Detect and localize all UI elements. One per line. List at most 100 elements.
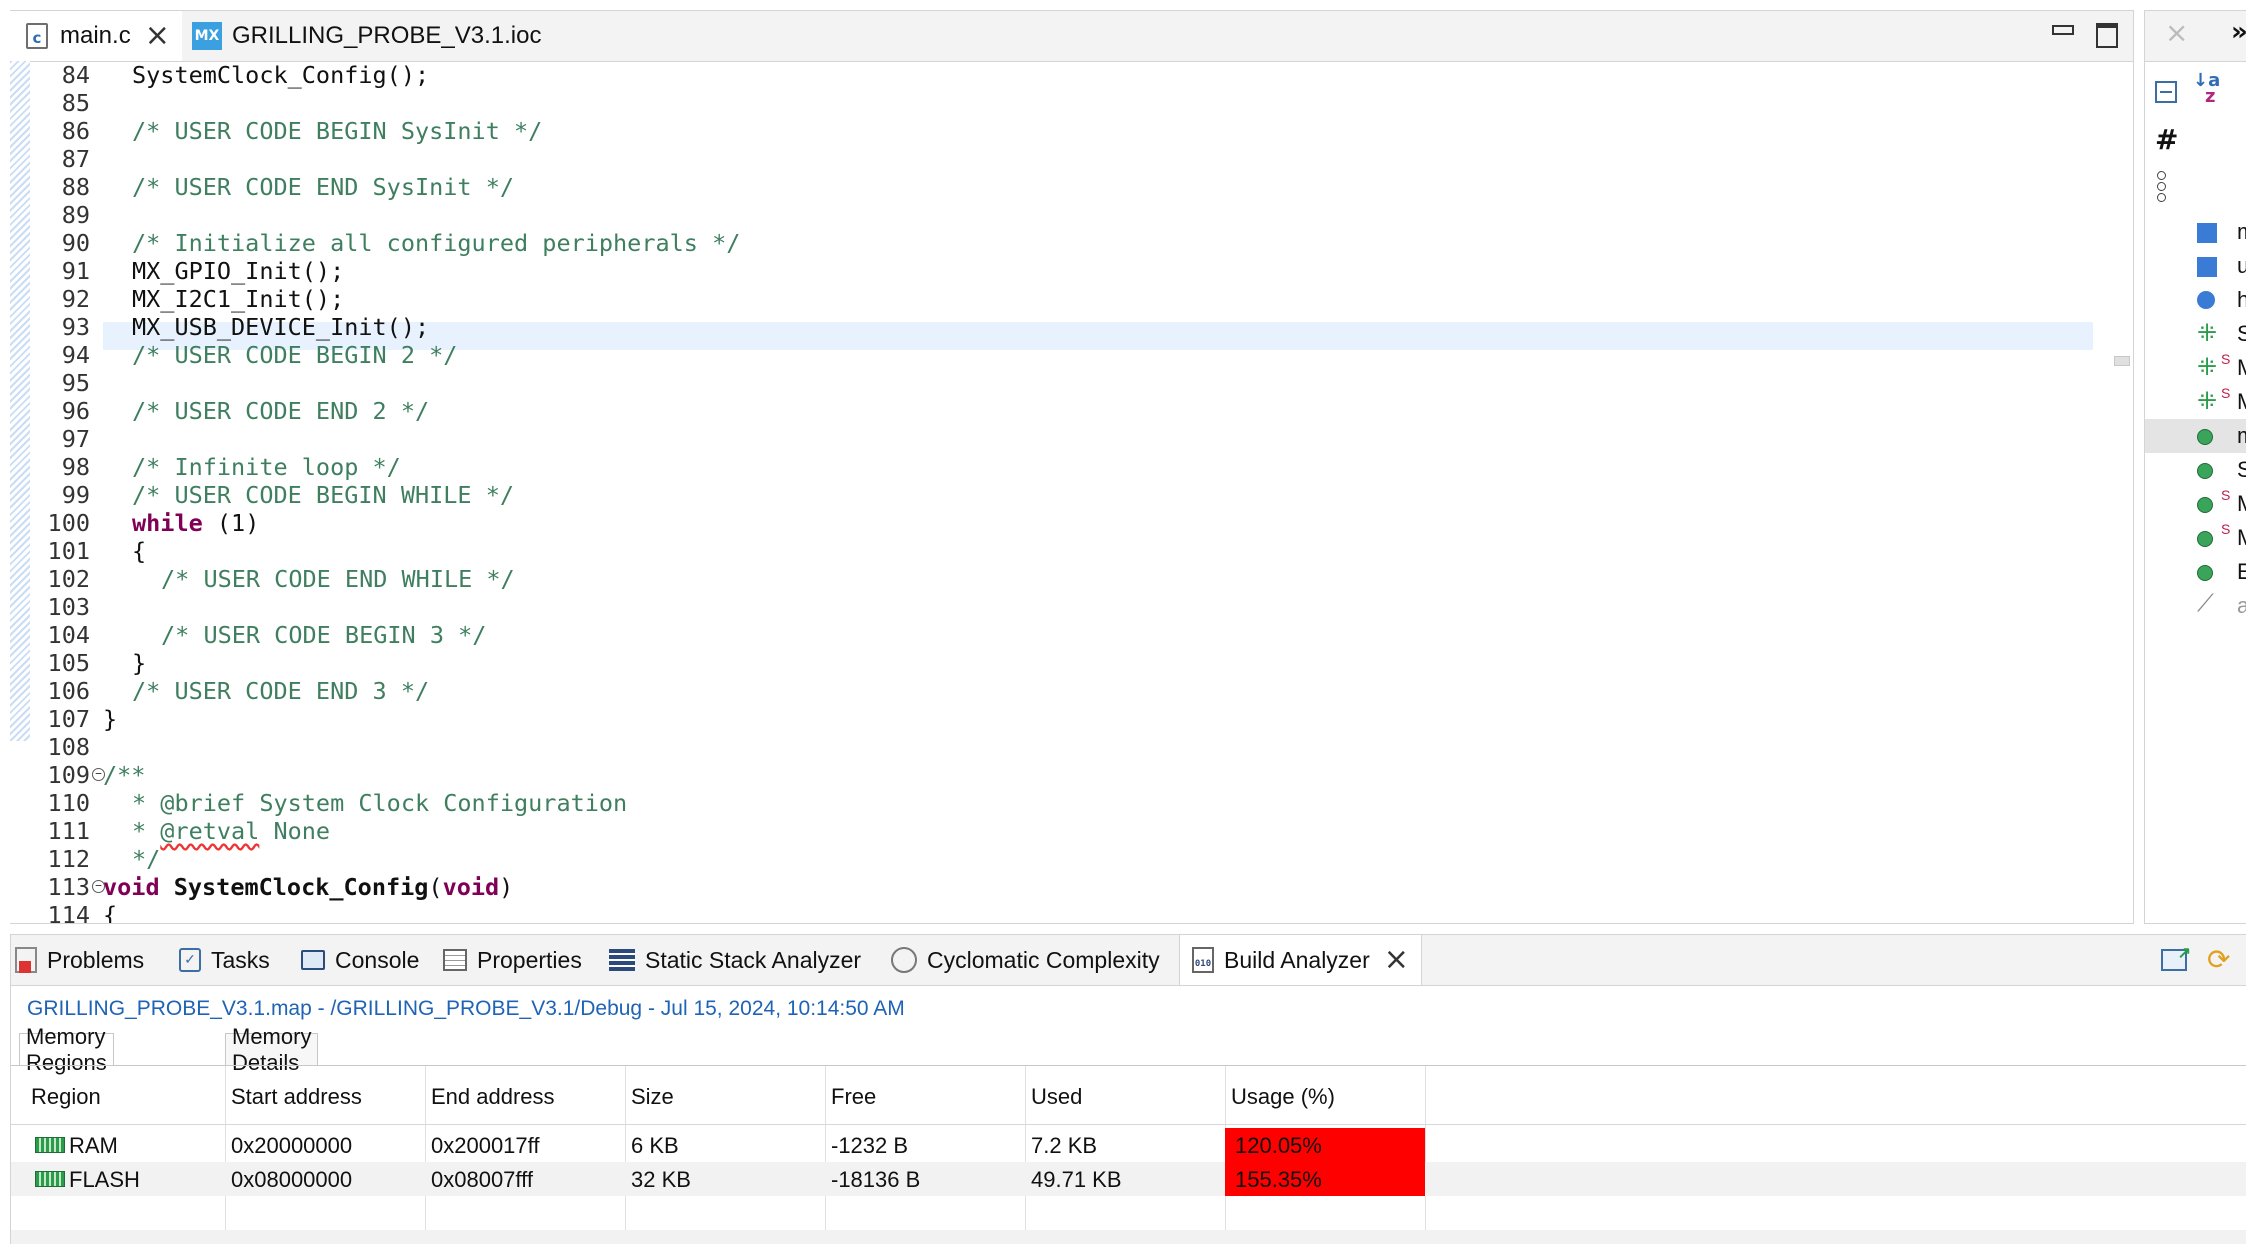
refresh-icon[interactable]: ⟳ <box>2207 943 2230 976</box>
properties-icon <box>443 949 467 971</box>
tab-problems[interactable]: Problems <box>15 935 144 985</box>
code-line: 86/* USER CODE BEGIN SysInit */ <box>61 117 543 145</box>
code-line: 109−/** <box>47 761 146 789</box>
code-line: 107} <box>47 705 118 733</box>
code-line: 84 SystemClock_Config(); <box>61 61 430 89</box>
code-line: 91 MX_GPIO_Init(); <box>61 257 345 285</box>
code-line: 105} <box>47 649 147 677</box>
function-icon <box>2197 565 2213 581</box>
sort-az-icon[interactable]: ↓a z <box>2193 72 2220 106</box>
declaration-icon: ⁜ <box>2197 353 2218 381</box>
outline-item[interactable]: S <box>2145 453 2246 487</box>
declaration-icon: ⁜ <box>2197 319 2218 347</box>
column-header-size[interactable]: Size <box>631 1084 674 1110</box>
tab-static-stack-analyzer[interactable]: Static Stack Analyzer <box>609 935 861 985</box>
hide-fields-icon[interactable]: # <box>2155 123 2178 156</box>
code-line: 112 */ <box>47 845 161 873</box>
code-line: 95 <box>61 369 90 397</box>
tab-static-stack-analyzer-label: Static Stack Analyzer <box>645 946 862 973</box>
variable-icon <box>2197 291 2215 309</box>
c-file-icon: c <box>26 23 48 49</box>
build-analyzer-panel: Problems ✓ Tasks Console Properties Stat… <box>10 934 2246 1244</box>
outline-item[interactable]: ⟋a <box>2145 589 2246 623</box>
include-icon <box>2197 257 2217 277</box>
column-header-region[interactable]: Region <box>31 1084 101 1110</box>
tab-cyclomatic-complexity[interactable]: Cyclomatic Complexity <box>891 935 1160 985</box>
code-line: 108 <box>47 733 90 761</box>
tab-memory-regions[interactable]: Memory Regions <box>19 1024 114 1075</box>
outline-item[interactable]: ⁜S <box>2145 317 2246 351</box>
open-map-file-icon[interactable]: ↗ <box>2161 945 2191 971</box>
column-header-free[interactable]: Free <box>831 1084 876 1110</box>
tab-console-label: Console <box>335 946 420 973</box>
outline-item-selected[interactable]: m <box>2145 419 2246 453</box>
outline-item[interactable]: h <box>2145 283 2246 317</box>
code-area[interactable]: 84 SystemClock_Config(); 85 86/* USER COD… <box>10 61 2120 923</box>
minimize-icon[interactable] <box>2052 25 2074 35</box>
problems-icon <box>15 947 37 973</box>
close-icon[interactable]: × <box>2165 19 2188 47</box>
tab-main-c[interactable]: c main.c × <box>10 11 182 61</box>
memory-regions-table: Region Start address End address Size Fr… <box>11 1065 2246 1244</box>
include-icon <box>2197 223 2217 243</box>
code-line: 88/* USER CODE END SysInit */ <box>61 173 515 201</box>
table-row-empty <box>11 1196 2246 1230</box>
table-row-empty <box>11 1230 2246 1244</box>
editor-pane: c main.c × MX GRILLING_PROBE_V3.1.ioc 84… <box>10 10 2134 924</box>
code-line: 111 * @retval None <box>47 817 331 845</box>
outline-item[interactable]: ⁜SM <box>2145 351 2246 385</box>
table-row[interactable]: FLASH 0x08000000 0x08007fff 32 KB -18136… <box>11 1162 2246 1196</box>
memory-chip-icon <box>35 1171 65 1187</box>
function-icon <box>2197 463 2213 479</box>
declaration-icon: ⁜ <box>2197 387 2218 415</box>
code-line-current: 93 MX_USB_DEVICE_Init(); <box>61 313 430 341</box>
code-line: 89 <box>61 201 90 229</box>
tab-console[interactable]: Console <box>301 935 419 985</box>
close-icon[interactable]: × <box>1384 945 1409 975</box>
outline-item[interactable]: E <box>2145 555 2246 589</box>
function-icon <box>2197 531 2213 547</box>
column-header-used[interactable]: Used <box>1031 1084 1082 1110</box>
tab-build-analyzer[interactable]: 010 Build Analyzer × <box>1179 935 1422 985</box>
tab-tasks[interactable]: ✓ Tasks <box>179 935 270 985</box>
code-line: 90/* Initialize all configured periphera… <box>61 229 741 257</box>
code-line: 97 <box>61 425 90 453</box>
tab-memory-details[interactable]: Memory Details <box>225 1024 319 1075</box>
usage-bar: 155.35% <box>1225 1162 1425 1196</box>
code-line: 96/* USER CODE END 2 */ <box>61 397 430 425</box>
column-header-end-address[interactable]: End address <box>431 1084 555 1110</box>
cyclomatic-icon <box>891 947 917 973</box>
code-line: 113− void SystemClock_Config(void) <box>47 873 514 901</box>
outline-tab-bar: × » <box>2145 11 2246 62</box>
tab-ioc-label: GRILLING_PROBE_V3.1.ioc <box>232 22 542 49</box>
tasks-icon: ✓ <box>179 948 201 972</box>
outline-item[interactable]: SM <box>2145 521 2246 555</box>
hide-static-icon[interactable] <box>2157 171 2166 202</box>
outline-item[interactable]: ⁜SM <box>2145 385 2246 419</box>
collapse-all-icon[interactable] <box>2155 81 2177 103</box>
code-line: 103 <box>47 593 90 621</box>
code-line: 110 * @brief System Clock Configuration <box>47 789 628 817</box>
table-row[interactable]: RAM 0x20000000 0x200017ff 6 KB -1232 B 7… <box>11 1128 2246 1162</box>
tab-ioc[interactable]: MX GRILLING_PROBE_V3.1.ioc <box>188 11 541 61</box>
overflow-chevron-icon[interactable]: » <box>2231 17 2246 47</box>
column-header-start-address[interactable]: Start address <box>231 1084 362 1110</box>
code-line: 100 while (1) <box>47 509 260 537</box>
map-file-path: GRILLING_PROBE_V3.1.map - /GRILLING_PROB… <box>27 997 905 1020</box>
tab-main-c-label: main.c <box>60 22 131 49</box>
outline-item[interactable]: u <box>2145 249 2246 283</box>
outline-item[interactable]: SM <box>2145 487 2246 521</box>
tab-properties[interactable]: Properties <box>443 935 582 985</box>
maximize-icon[interactable] <box>2096 23 2118 48</box>
code-line: 99/* USER CODE BEGIN WHILE */ <box>61 481 515 509</box>
outline-item[interactable]: m <box>2145 215 2246 249</box>
code-line: 94/* USER CODE BEGIN 2 */ <box>61 341 458 369</box>
function-icon <box>2197 429 2213 445</box>
console-icon <box>301 950 325 970</box>
close-icon[interactable]: × <box>145 21 170 51</box>
code-line: 101{ <box>47 537 147 565</box>
code-line: 87 <box>61 145 90 173</box>
column-header-usage[interactable]: Usage (%) <box>1231 1084 1335 1110</box>
code-line: 106/* USER CODE END 3 */ <box>47 677 430 705</box>
tab-build-analyzer-label: Build Analyzer <box>1224 946 1370 973</box>
